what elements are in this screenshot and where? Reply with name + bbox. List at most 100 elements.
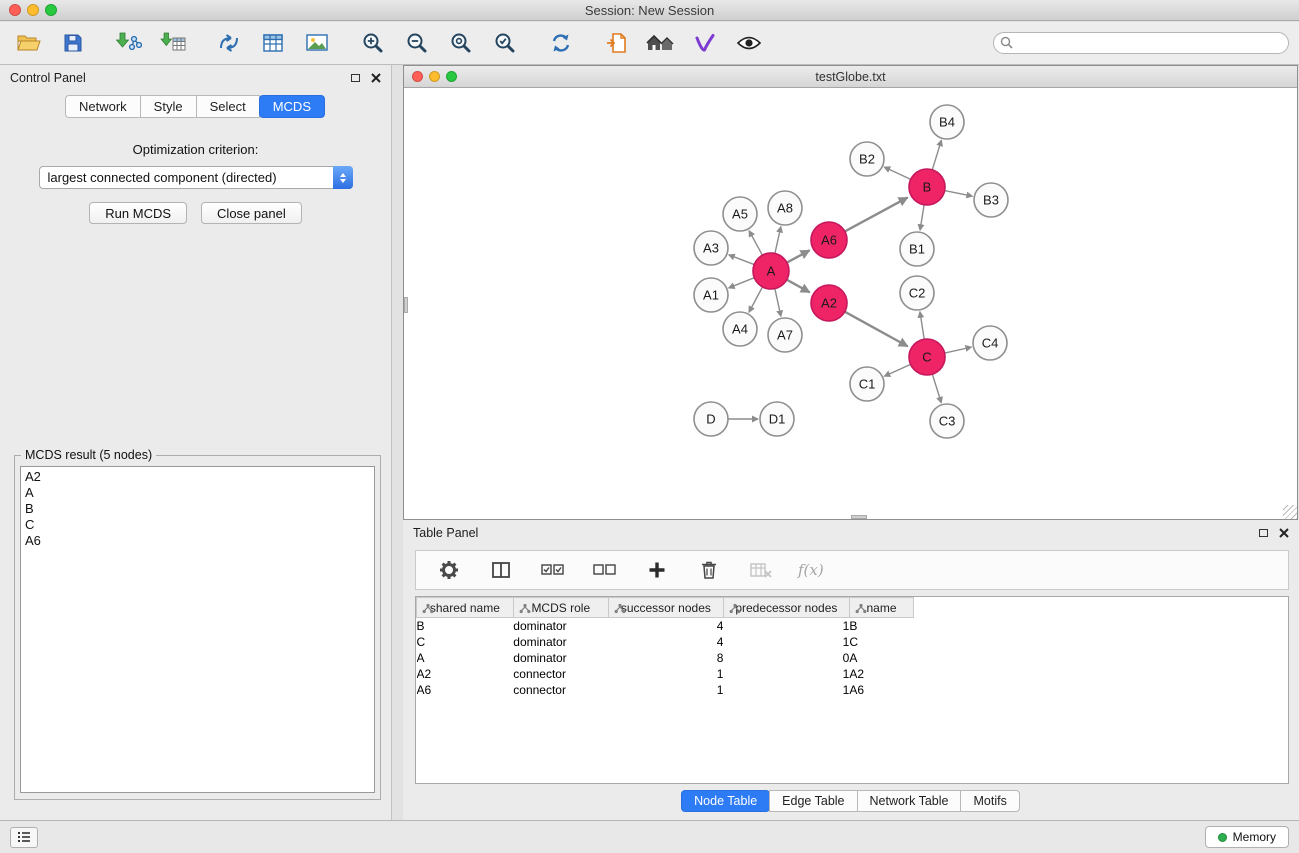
table-row[interactable]: Adominator 80 A	[417, 650, 1289, 666]
import-network-icon[interactable]	[114, 28, 144, 58]
validator-icon[interactable]	[690, 28, 720, 58]
splitter-handle-left[interactable]	[404, 297, 408, 313]
select-all-columns-icon[interactable]	[538, 555, 568, 585]
network-node-A8[interactable]: A8	[768, 191, 802, 225]
new-network-icon[interactable]	[214, 28, 244, 58]
network-edge-A-A8[interactable]	[775, 227, 781, 254]
zoom-window-button[interactable]	[45, 4, 57, 16]
network-edge-A-A3[interactable]	[729, 255, 754, 265]
home-icon[interactable]	[646, 28, 676, 58]
network-node-C2[interactable]: C2	[900, 276, 934, 310]
criterion-dropdown[interactable]: largest connected component (directed)	[39, 166, 353, 189]
network-edge-C-C3[interactable]	[932, 374, 941, 403]
network-edge-C-C2[interactable]	[920, 312, 924, 339]
float-table-panel-icon[interactable]	[1259, 529, 1268, 537]
network-edge-A-A5[interactable]	[749, 231, 762, 255]
network-edge-A2-C[interactable]	[845, 312, 908, 347]
tab-node-table[interactable]: Node Table	[681, 790, 770, 812]
network-edge-C-C1[interactable]	[884, 364, 910, 376]
list-item[interactable]: A	[25, 485, 370, 501]
export-image-icon[interactable]	[302, 28, 332, 58]
zoom-in-icon[interactable]	[358, 28, 388, 58]
refresh-icon[interactable]	[546, 28, 576, 58]
network-edge-A-A7[interactable]	[775, 289, 781, 317]
tab-network[interactable]: Network	[65, 95, 141, 118]
network-node-D1[interactable]: D1	[760, 402, 794, 436]
run-mcds-button[interactable]: Run MCDS	[89, 202, 187, 224]
network-node-A3[interactable]: A3	[694, 231, 728, 265]
tab-select[interactable]: Select	[196, 95, 260, 118]
network-canvas[interactable]: B4B2BB3A5A8A6A3B1AA1C2A2A4A7CC4C1C3DD1	[404, 89, 1297, 519]
network-zoom-button[interactable]	[446, 71, 457, 82]
list-item[interactable]: A2	[25, 469, 370, 485]
add-column-icon[interactable]	[642, 555, 672, 585]
column-header-mcds-role[interactable]: MCDS role	[513, 598, 608, 618]
network-edge-C-C4[interactable]	[945, 347, 972, 353]
network-node-B1[interactable]: B1	[900, 232, 934, 266]
network-node-A5[interactable]: A5	[723, 197, 757, 231]
search-input[interactable]	[993, 32, 1289, 54]
network-edge-A-A6[interactable]	[787, 250, 810, 262]
close-table-panel-icon[interactable]	[1279, 528, 1289, 538]
column-header-shared-name[interactable]: shared name	[417, 598, 514, 618]
network-edge-A-A4[interactable]	[749, 287, 763, 312]
delete-column-trash-icon[interactable]	[694, 555, 724, 585]
table-row[interactable]: A2connector 11 A2	[417, 666, 1289, 682]
function-builder-button[interactable]: f(x)	[798, 561, 824, 579]
split-view-icon[interactable]	[486, 555, 516, 585]
minimize-window-button[interactable]	[27, 4, 39, 16]
network-node-C3[interactable]: C3	[930, 404, 964, 438]
network-edge-B-B4[interactable]	[932, 140, 941, 170]
tab-style[interactable]: Style	[140, 95, 197, 118]
network-node-C4[interactable]: C4	[973, 326, 1007, 360]
network-node-B2[interactable]: B2	[850, 142, 884, 176]
open-session-icon[interactable]	[14, 28, 44, 58]
delete-table-icon[interactable]	[746, 555, 776, 585]
network-node-B[interactable]: B	[909, 169, 945, 205]
close-window-button[interactable]	[9, 4, 21, 16]
network-node-C[interactable]: C	[909, 339, 945, 375]
network-edge-B-B2[interactable]	[884, 167, 910, 179]
import-table-icon[interactable]	[158, 28, 188, 58]
network-node-A4[interactable]: A4	[723, 312, 757, 346]
deselect-all-columns-icon[interactable]	[590, 555, 620, 585]
float-panel-icon[interactable]	[351, 74, 360, 82]
resize-grip-icon[interactable]	[1283, 505, 1297, 519]
zoom-fit-icon[interactable]	[446, 28, 476, 58]
network-edge-B-B1[interactable]	[920, 205, 924, 230]
network-edge-B-B3[interactable]	[945, 191, 973, 197]
network-node-D[interactable]: D	[694, 402, 728, 436]
column-header-name[interactable]: name	[849, 598, 913, 618]
table-row[interactable]: Cdominator 41 C	[417, 634, 1289, 650]
network-node-B3[interactable]: B3	[974, 183, 1008, 217]
column-header-predecessor-nodes[interactable]: predecessor nodes	[723, 598, 849, 618]
network-edge-A-A1[interactable]	[729, 278, 755, 288]
zoom-out-icon[interactable]	[402, 28, 432, 58]
memory-button[interactable]: Memory	[1205, 826, 1289, 848]
network-minimize-button[interactable]	[429, 71, 440, 82]
mcds-result-list[interactable]: A2 A B C A6	[20, 466, 375, 793]
column-header-successor-nodes[interactable]: successor nodes	[608, 598, 723, 618]
network-node-A[interactable]: A	[753, 253, 789, 289]
save-session-icon[interactable]	[58, 28, 88, 58]
network-node-A2[interactable]: A2	[811, 285, 847, 321]
network-edge-A6-B[interactable]	[845, 197, 908, 231]
network-close-button[interactable]	[412, 71, 423, 82]
eye-icon[interactable]	[734, 28, 764, 58]
table-row[interactable]: Bdominator 41 B	[417, 618, 1289, 634]
close-panel-icon[interactable]	[371, 73, 381, 83]
task-history-button[interactable]	[10, 827, 38, 848]
list-item[interactable]: C	[25, 517, 370, 533]
new-table-icon[interactable]	[258, 28, 288, 58]
network-edge-A-A2[interactable]	[787, 280, 810, 293]
tab-motifs[interactable]: Motifs	[960, 790, 1019, 812]
close-panel-button[interactable]: Close panel	[201, 202, 302, 224]
list-item[interactable]: A6	[25, 533, 370, 549]
network-node-C1[interactable]: C1	[850, 367, 884, 401]
list-item[interactable]: B	[25, 501, 370, 517]
splitter-handle-bottom[interactable]	[851, 515, 867, 519]
zoom-selected-icon[interactable]	[490, 28, 520, 58]
network-node-A6[interactable]: A6	[811, 222, 847, 258]
network-node-A1[interactable]: A1	[694, 278, 728, 312]
network-node-B4[interactable]: B4	[930, 105, 964, 139]
